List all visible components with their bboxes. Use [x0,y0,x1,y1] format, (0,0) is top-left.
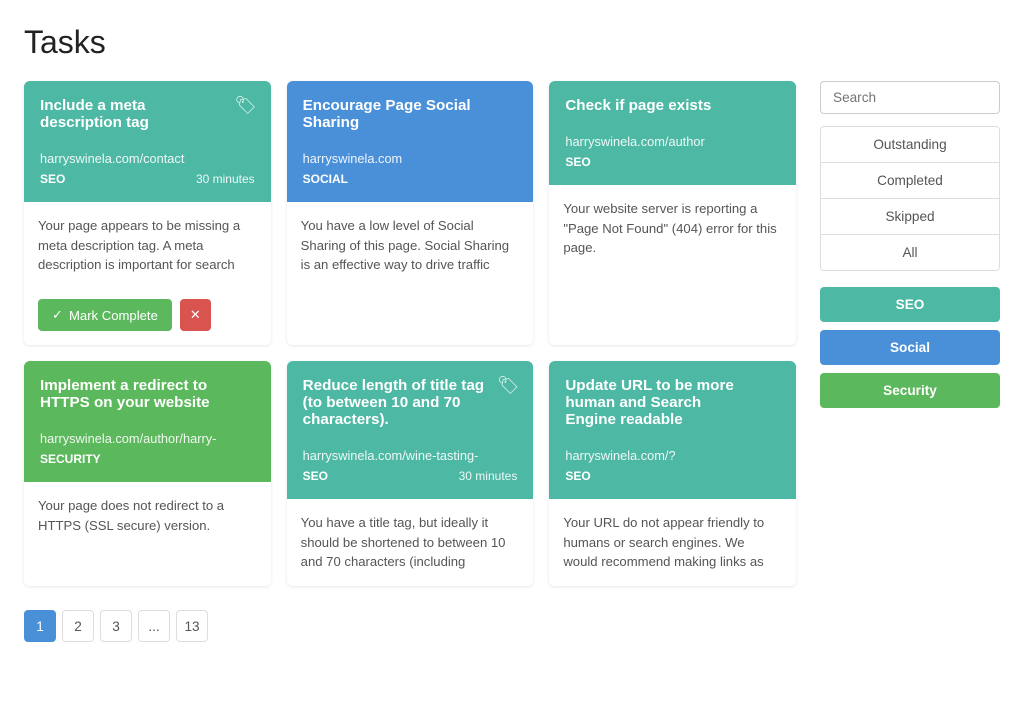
filter-skipped[interactable]: Skipped [821,199,999,235]
filter-outstanding[interactable]: Outstanding [821,127,999,163]
card-header: 🏷 Reduce length of title tag (to between… [287,361,534,499]
card-header: Check if page exists harryswinela.com/au… [549,81,796,185]
card-body: Your URL do not appear friendly to human… [549,499,796,586]
card-header: Implement a redirect to HTTPS on your we… [24,361,271,482]
card-title: Encourage Page Social Sharing [303,97,518,131]
category-btn-social[interactable]: Social [820,330,1000,365]
card-card2: Encourage Page Social Sharing harryswine… [287,81,534,345]
category-buttons: SEO Social Security [820,287,1000,416]
card-title: Reduce length of title tag (to between 1… [303,377,518,428]
category-btn-security[interactable]: Security [820,373,1000,408]
card-description: Your URL do not appear friendly to human… [563,513,782,572]
mark-complete-button[interactable]: ✓ Mark Complete [38,299,172,331]
card-body: Your page does not redirect to a HTTPS (… [24,482,271,586]
card-description: You have a title tag, but ideally it sho… [301,513,520,572]
dismiss-button[interactable]: ✕ [180,299,211,331]
card-category: SEO [565,155,590,169]
tag-icon: 🏷 [234,95,256,116]
card-url: harryswinela.com/author [565,134,780,149]
card-title: Include a meta description tag [40,97,255,131]
card-category: SEO [303,469,328,483]
card-url: harryswinela.com/wine-tasting- [303,448,518,463]
card-category: SOCIAL [303,172,348,186]
card-title: Implement a redirect to HTTPS on your we… [40,377,255,411]
main-content: 🏷 Include a meta description tag harrysw… [24,81,796,642]
filter-group: OutstandingCompletedSkippedAll [820,126,1000,271]
card-url: harryswinela.com [303,151,518,166]
page-title: Tasks [24,24,1000,61]
card-body: Your website server is reporting a "Page… [549,185,796,345]
card-card3: Check if page exists harryswinela.com/au… [549,81,796,345]
card-card1: 🏷 Include a meta description tag harrysw… [24,81,271,345]
cards-grid: 🏷 Include a meta description tag harrysw… [24,81,796,586]
card-body: Your page appears to be missing a meta d… [24,202,271,289]
card-category: SECURITY [40,452,101,466]
card-description: You have a low level of Social Sharing o… [301,216,520,275]
card-category: SEO [565,469,590,483]
card-header: 🏷 Include a meta description tag harrysw… [24,81,271,202]
sidebar: OutstandingCompletedSkippedAll SEO Social… [820,81,1000,642]
card-description: Your page does not redirect to a HTTPS (… [38,496,257,535]
category-btn-seo[interactable]: SEO [820,287,1000,322]
card-url: harryswinela.com/? [565,448,780,463]
search-input[interactable] [820,81,1000,114]
mark-complete-label: Mark Complete [69,308,158,323]
card-category: SEO [40,172,65,186]
card-title: Check if page exists [565,97,780,114]
filter-all[interactable]: All [821,235,999,270]
filter-completed[interactable]: Completed [821,163,999,199]
card-card6: Update URL to be more human and Search E… [549,361,796,586]
card-time: 30 minutes [196,172,255,186]
card-header: Encourage Page Social Sharing harryswine… [287,81,534,202]
check-icon: ✓ [52,307,63,323]
page-btn-...[interactable]: ... [138,610,170,642]
card-card5: 🏷 Reduce length of title tag (to between… [287,361,534,586]
page-btn-2[interactable]: 2 [62,610,94,642]
card-description: Your page appears to be missing a meta d… [38,216,257,275]
page-btn-1[interactable]: 1 [24,610,56,642]
card-time: 30 minutes [459,469,518,483]
card-body: You have a title tag, but ideally it sho… [287,499,534,586]
card-body: You have a low level of Social Sharing o… [287,202,534,345]
card-url: harryswinela.com/contact [40,151,255,166]
card-title: Update URL to be more human and Search E… [565,377,780,428]
card-actions: ✓ Mark Complete ✕ [24,289,271,345]
tag-icon: 🏷 [497,375,519,396]
card-url: harryswinela.com/author/harry- [40,431,255,446]
page-btn-13[interactable]: 13 [176,610,208,642]
x-icon: ✕ [190,307,201,322]
pagination: 123...13 [24,610,796,642]
card-card4: Implement a redirect to HTTPS on your we… [24,361,271,586]
page-btn-3[interactable]: 3 [100,610,132,642]
card-description: Your website server is reporting a "Page… [563,199,782,258]
card-header: Update URL to be more human and Search E… [549,361,796,499]
